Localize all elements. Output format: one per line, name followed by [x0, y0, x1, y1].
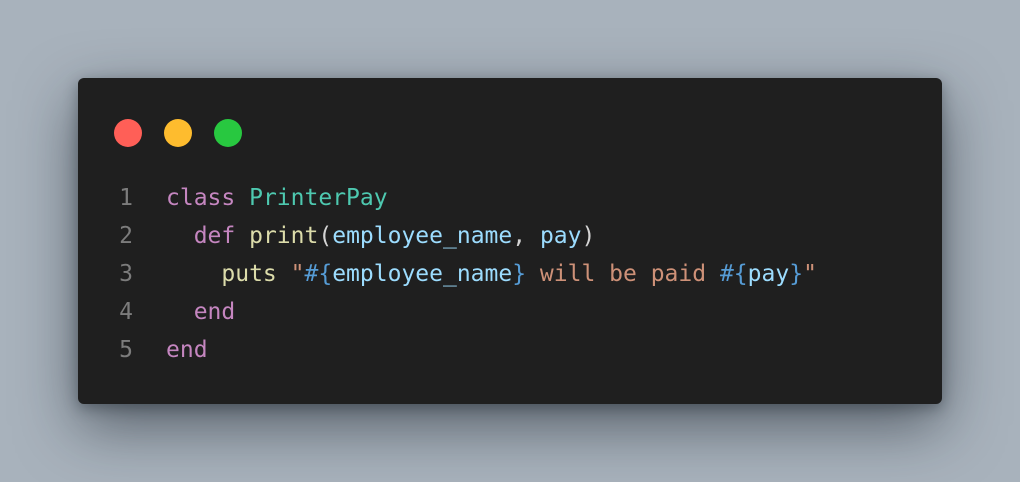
- line-number: 5: [119, 337, 133, 363]
- interpolation-open: #{: [304, 261, 333, 287]
- paren-close: ): [581, 223, 596, 249]
- paren-open: (: [318, 223, 333, 249]
- close-window-button[interactable]: [114, 119, 142, 147]
- param-pay: pay: [539, 223, 582, 249]
- line-number: 1: [119, 185, 133, 211]
- code-window: 1 class PrinterPay 2 def print(employee_…: [78, 78, 942, 404]
- line-number: 4: [119, 299, 133, 325]
- class-name: PrinterPay: [249, 185, 388, 211]
- interpolation-close: }: [789, 261, 804, 287]
- puts-call: puts: [221, 261, 277, 287]
- code-block: 1 class PrinterPay 2 def print(employee_…: [78, 179, 942, 369]
- string-quote-open: ": [290, 261, 305, 287]
- code-line: 2 def print(employee_name, pay): [78, 217, 942, 255]
- code-text: end: [133, 293, 236, 331]
- keyword-class: class: [166, 185, 236, 211]
- code-text: class PrinterPay: [133, 179, 388, 217]
- interpolation-open: #{: [719, 261, 748, 287]
- code-line: 3 puts "#{employee_name} will be paid #{…: [78, 255, 942, 293]
- keyword-end: end: [166, 337, 208, 363]
- keyword-end: end: [193, 299, 236, 325]
- line-number: 3: [119, 261, 133, 287]
- comma: ,: [512, 223, 540, 249]
- maximize-window-button[interactable]: [214, 119, 242, 147]
- code-text: end: [133, 331, 208, 369]
- code-text: def print(employee_name, pay): [133, 217, 596, 255]
- string-quote-close: ": [803, 261, 817, 287]
- minimize-window-button[interactable]: [164, 119, 192, 147]
- code-text: puts "#{employee_name} will be paid #{pa…: [133, 255, 817, 293]
- param-employee-name: employee_name: [332, 223, 513, 249]
- interpolation-close: }: [512, 261, 527, 287]
- string-literal: will be paid: [526, 261, 720, 287]
- window-controls: [114, 119, 242, 147]
- interpolated-employee-name: employee_name: [332, 261, 513, 287]
- code-line: 4 end: [78, 293, 942, 331]
- method-name: print: [249, 223, 319, 249]
- code-line: 5 end: [78, 331, 942, 369]
- line-number: 2: [119, 223, 133, 249]
- keyword-def: def: [193, 223, 236, 249]
- interpolated-pay: pay: [747, 261, 790, 287]
- code-line: 1 class PrinterPay: [78, 179, 942, 217]
